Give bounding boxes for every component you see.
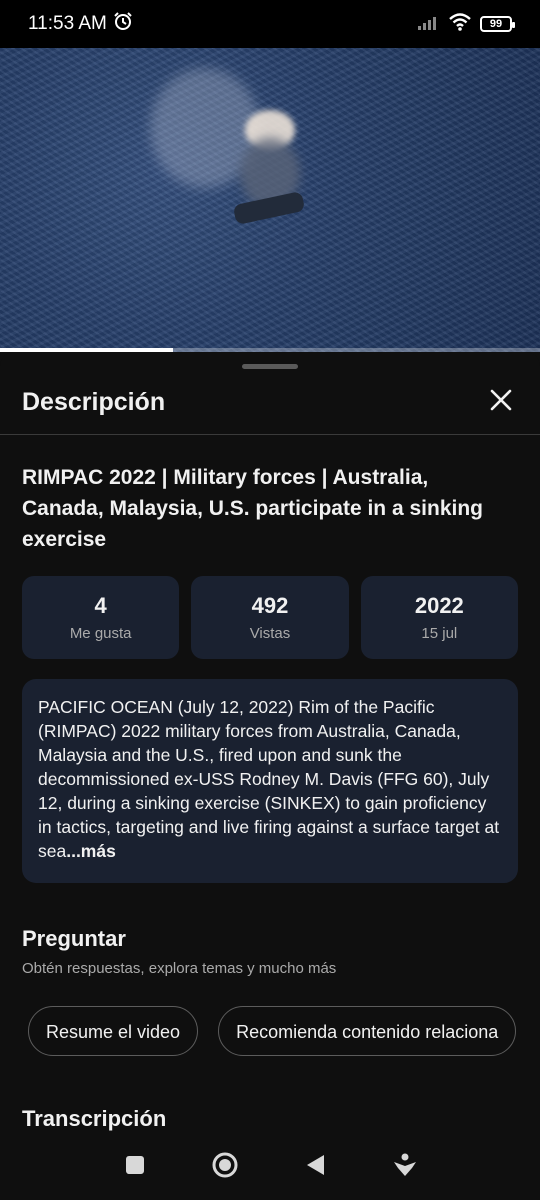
recents-button[interactable]: [113, 1145, 157, 1189]
alarm-icon: [113, 11, 133, 37]
ask-section-subtitle: Obtén respuestas, explora temas y mucho …: [22, 960, 337, 977]
stat-likes: 4 Me gusta: [22, 576, 180, 659]
stat-label: Vistas: [249, 625, 291, 642]
stat-views: 492 Vistas: [191, 576, 349, 659]
stat-value: 492: [251, 593, 289, 618]
ask-section-title: Preguntar: [22, 926, 126, 951]
stat-value: 2022: [414, 593, 464, 618]
status-bar: 11:53 AM 99: [0, 0, 540, 48]
chip-summarize-video[interactable]: Resume el video: [28, 1006, 199, 1056]
stat-label: 15 jul: [421, 625, 458, 642]
description-text: PACIFIC OCEAN (July 12, 2022) Rim of the…: [38, 697, 500, 861]
stat-label: Me gusta: [69, 625, 132, 642]
signal-icon: [418, 14, 440, 35]
system-nav-bar: [0, 1134, 540, 1200]
sheet-title: Descripción: [22, 387, 166, 416]
wifi-icon: [448, 12, 472, 37]
video-title: RIMPAC 2022 | Military forces | Australi…: [22, 466, 483, 551]
close-icon: [490, 389, 512, 416]
back-button[interactable]: [293, 1145, 337, 1189]
accessibility-icon: [392, 1152, 418, 1183]
square-icon: [124, 1154, 146, 1181]
status-time: 11:53 AM: [28, 13, 107, 34]
stat-date: 2022 15 jul: [360, 576, 518, 659]
sheet-header: Descripción: [22, 382, 518, 422]
more-link[interactable]: ...más: [66, 841, 116, 861]
stat-value: 4: [94, 593, 107, 618]
chip-recommend-content[interactable]: Recomienda contenido relaciona: [218, 1006, 517, 1056]
status-left: 11:53 AM: [28, 11, 133, 37]
accessibility-button[interactable]: [383, 1145, 427, 1189]
description-box[interactable]: PACIFIC OCEAN (July 12, 2022) Rim of the…: [22, 679, 518, 883]
transcript-section-title: Transcripción: [22, 1106, 167, 1131]
header-divider: [0, 434, 540, 435]
description-sheet: Descripción RIMPAC 2022 | Military force…: [0, 352, 540, 1200]
battery-indicator: 99: [480, 16, 515, 32]
video-player[interactable]: [0, 48, 540, 352]
circle-icon: [211, 1151, 239, 1184]
close-button[interactable]: [484, 385, 518, 419]
stats-row: 4 Me gusta 492 Vistas 2022 15 jul: [22, 576, 518, 659]
drag-handle[interactable]: [242, 364, 298, 369]
triangle-back-icon: [304, 1153, 326, 1182]
home-button[interactable]: [203, 1145, 247, 1189]
suggestion-chips: Resume el video Recomienda contenido rela…: [28, 1006, 524, 1060]
status-right: 99: [418, 12, 515, 37]
